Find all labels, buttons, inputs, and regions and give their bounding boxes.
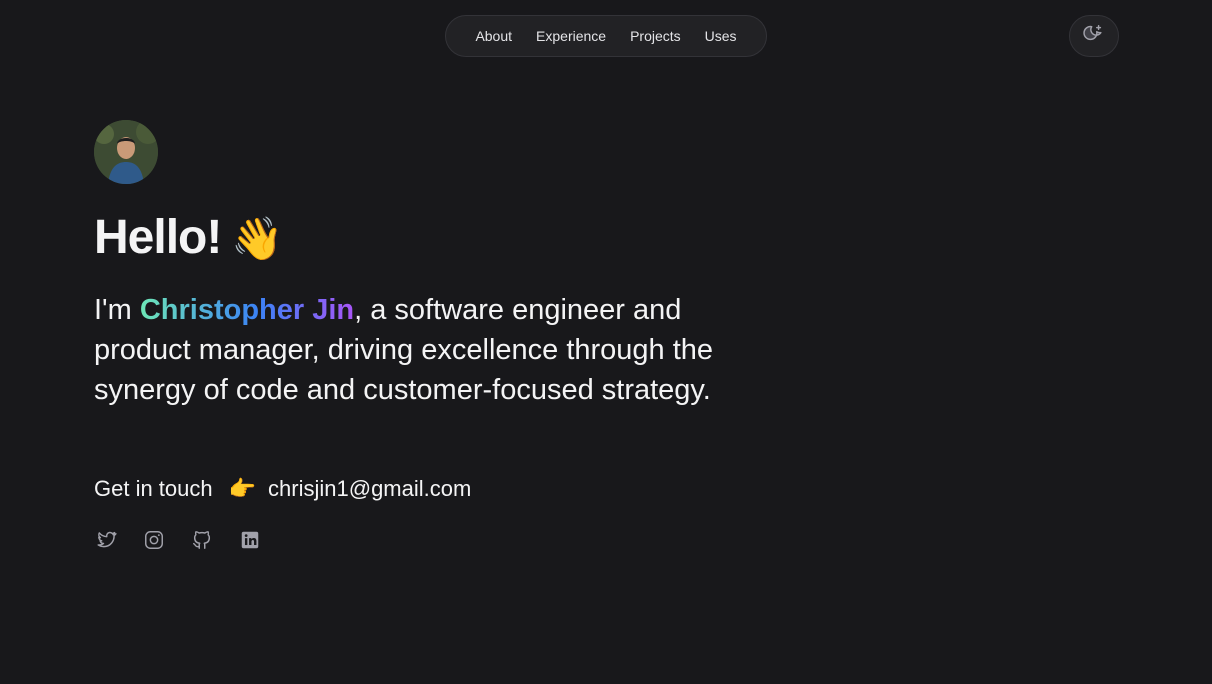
instagram-icon[interactable] (142, 528, 166, 552)
highlighted-name: Christopher Jin (139, 294, 355, 326)
contact-row: Get in touch 👉 chrisjin1@gmail.com (94, 474, 471, 504)
github-icon[interactable] (190, 528, 214, 552)
pointing-emoji: 👉 (228, 476, 257, 501)
nav-uses-link[interactable]: Uses (705, 28, 737, 44)
contact-label: Get in touch (94, 476, 213, 501)
nav-projects-link[interactable]: Projects (630, 28, 681, 44)
top-nav: About Experience Projects Uses (445, 15, 767, 57)
moon-sparkle-icon (1083, 23, 1105, 50)
nav-about-link[interactable]: About (475, 28, 512, 44)
greeting-text: Hello! (94, 211, 222, 264)
intro-prefix: I'm (94, 294, 140, 326)
greeting-heading: Hello! 👋 (94, 210, 284, 267)
twitter-icon[interactable] (94, 528, 118, 552)
avatar (94, 120, 158, 184)
nav-experience-link[interactable]: Experience (536, 28, 606, 44)
linkedin-icon[interactable] (238, 528, 262, 552)
page: About Experience Projects Uses Hello! 👋 I… (0, 0, 1212, 684)
social-links (94, 528, 262, 552)
email-link[interactable]: chrisjin1@gmail.com (268, 474, 471, 504)
wave-emoji: 👋 (231, 215, 283, 262)
theme-toggle-button[interactable] (1069, 15, 1119, 57)
intro-paragraph: I'm Christopher Jin, a software engineer… (94, 290, 774, 410)
